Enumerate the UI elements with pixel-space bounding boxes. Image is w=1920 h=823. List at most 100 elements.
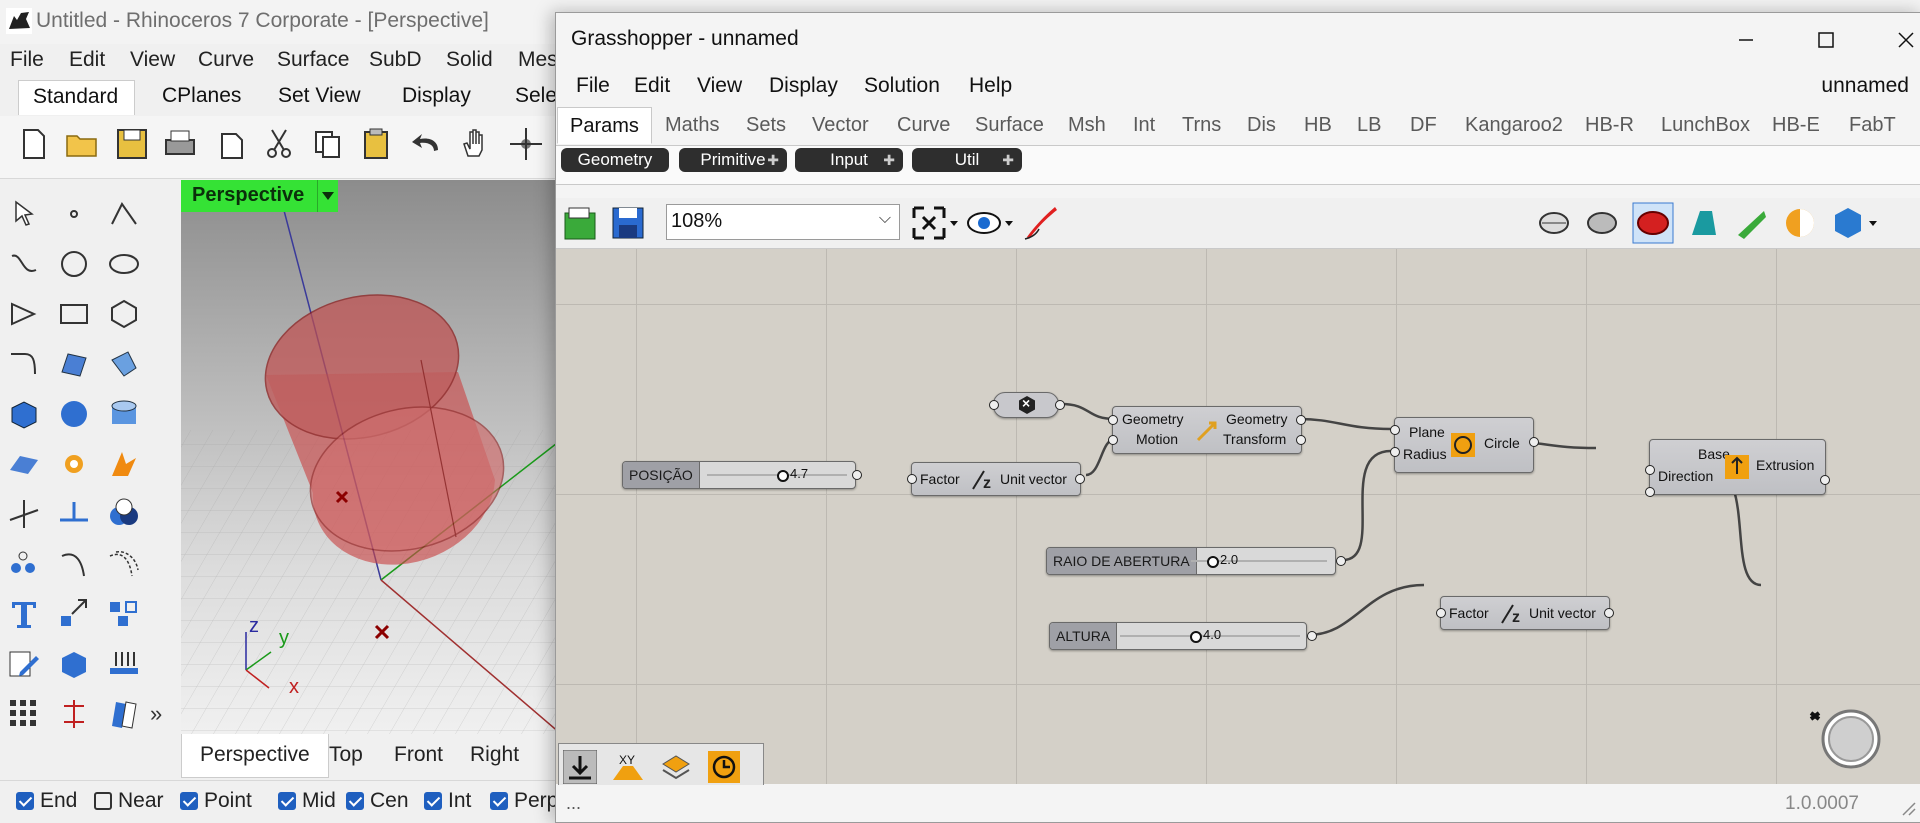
download-arrow-icon[interactable] (563, 750, 597, 784)
viewport-tab-top[interactable]: Top (329, 743, 363, 767)
gh-tab-kangaroo2[interactable]: Kangaroo2 (1465, 114, 1563, 137)
preview-selected-icon[interactable] (1632, 202, 1674, 244)
rhino-menu-subd[interactable]: SubD (369, 48, 422, 72)
gh-tab-hb-e[interactable]: HB-E (1772, 114, 1820, 137)
layers-box-icon[interactable] (659, 750, 693, 784)
maximize-button[interactable] (1786, 21, 1866, 59)
gh-tab-msh[interactable]: Msh (1068, 114, 1106, 137)
zoom-dropdown[interactable]: 108% ⌵ (666, 204, 900, 240)
viewport-tab-perspective[interactable]: Perspective (181, 734, 329, 778)
xy-plane-icon[interactable]: XY (611, 750, 645, 784)
gh-unit-z-component[interactable]: Factor z Unit vector (911, 462, 1081, 496)
close-button[interactable] (1866, 21, 1920, 59)
gh-slider-posicao[interactable]: POSIÇÃO 4.7 (622, 461, 856, 489)
rhino-tab-set-view[interactable]: Set View (278, 84, 361, 108)
trim-icon[interactable] (6, 496, 42, 532)
port-grip[interactable] (989, 400, 999, 410)
paste-icon[interactable] (358, 126, 394, 162)
gh-menu-solution[interactable]: Solution (864, 74, 940, 98)
canvas-navigation-widget-icon[interactable] (1801, 693, 1881, 773)
save-file-icon[interactable] (610, 205, 646, 241)
box-icon[interactable] (6, 396, 42, 432)
analyze-icon[interactable] (56, 646, 92, 682)
rhino-menu-edit[interactable]: Edit (69, 48, 105, 72)
gh-geometry-param[interactable]: × (993, 392, 1059, 418)
port-grip[interactable] (1390, 447, 1400, 457)
gh-tab-sets[interactable]: Sets (746, 114, 786, 137)
port-grip[interactable] (1296, 435, 1306, 445)
render-icon[interactable] (106, 646, 142, 682)
rhino-tab-cplanes[interactable]: CPlanes (162, 84, 241, 108)
gh-menu-file[interactable]: File (576, 74, 610, 98)
resize-grip-icon[interactable] (1899, 799, 1917, 817)
bake-teal-icon[interactable] (1686, 205, 1722, 241)
offset-icon[interactable] (106, 546, 142, 582)
gh-tab-vector[interactable]: Vector (812, 114, 869, 137)
preview-eye-icon[interactable] (966, 205, 1014, 241)
port-grip[interactable] (1307, 631, 1317, 641)
preview-wireframe-icon[interactable] (1536, 205, 1572, 241)
surface-icon[interactable] (56, 346, 92, 382)
gh-tab-fabt[interactable]: FabT (1849, 114, 1896, 137)
hex-sphere-icon[interactable] (1830, 205, 1878, 241)
port-grip[interactable] (1390, 425, 1400, 435)
cylinder-icon[interactable] (106, 396, 142, 432)
split-icon[interactable] (56, 496, 92, 532)
gh-tab-surface[interactable]: Surface (975, 114, 1044, 137)
osnap-point[interactable]: Point (180, 789, 252, 815)
port-grip[interactable] (1075, 474, 1085, 484)
copy-icon[interactable] (310, 126, 346, 162)
port-grip[interactable] (1336, 556, 1346, 566)
grid-icon[interactable] (6, 696, 42, 732)
osnap-near[interactable]: Near (94, 789, 164, 815)
osnap-cen[interactable]: Cen (346, 789, 409, 815)
slider-knob[interactable] (777, 470, 789, 482)
gh-tab-dis[interactable]: Dis (1247, 114, 1276, 137)
gh-subcat-util[interactable]: Util ✚ (912, 148, 1022, 172)
gh-extrusion-component[interactable]: Base Direction Extrusion (1649, 439, 1826, 495)
curve-from-object-icon[interactable] (56, 546, 92, 582)
sphere-icon[interactable] (56, 396, 92, 432)
gh-tab-params[interactable]: Params (557, 107, 652, 144)
osnap-mid[interactable]: Mid (278, 789, 336, 815)
gh-move-component[interactable]: Geometry Motion Geometry Transform (1112, 406, 1302, 454)
sketch-pen-icon[interactable] (1021, 203, 1061, 243)
gh-slider-raio-de-abertura[interactable]: RAIO DE ABERTURA 2.0 (1046, 547, 1336, 575)
slider-knob[interactable] (1207, 556, 1219, 568)
zoom-extents-icon[interactable] (911, 205, 959, 241)
polygon-icon[interactable] (106, 296, 142, 332)
ellipse-icon[interactable] (106, 246, 142, 282)
rhino-menu-curve[interactable]: Curve (198, 48, 254, 72)
rhino-tab-display[interactable]: Display (402, 84, 471, 108)
port-grip[interactable] (907, 474, 917, 484)
rhino-menu-solid[interactable]: Solid (446, 48, 493, 72)
gh-subcat-primitive[interactable]: Primitive ✚ (679, 148, 787, 172)
perspective-viewport[interactable]: z y x (181, 180, 561, 734)
gh-tab-trns[interactable]: Trns (1182, 114, 1221, 137)
undo-icon[interactable] (408, 126, 444, 162)
gh-menu-edit[interactable]: Edit (634, 74, 670, 98)
rhino-menu-mesh[interactable]: Mes (518, 48, 558, 72)
rhino-tab-standard[interactable]: Standard (18, 80, 136, 115)
points-on-icon[interactable] (6, 546, 42, 582)
port-grip[interactable] (1820, 475, 1830, 485)
clock-circle-icon[interactable] (707, 750, 741, 784)
loft-icon[interactable] (106, 346, 142, 382)
print-icon[interactable] (162, 126, 198, 162)
rectangle-icon[interactable] (56, 296, 92, 332)
open-folder-icon[interactable] (64, 126, 100, 162)
material-sphere-icon[interactable] (1782, 205, 1818, 241)
port-grip[interactable] (1645, 487, 1655, 497)
dimension-icon[interactable] (56, 696, 92, 732)
gh-tab-lunchbox[interactable]: LunchBox (1661, 114, 1750, 137)
rhino-menu-surface[interactable]: Surface (277, 48, 349, 72)
gh-menu-view[interactable]: View (697, 74, 742, 98)
osnap-end[interactable]: End (16, 789, 77, 815)
gh-tab-int[interactable]: Int (1133, 114, 1155, 137)
mesh-icon[interactable] (6, 446, 42, 482)
port-grip[interactable] (1108, 415, 1118, 425)
save-icon[interactable] (114, 126, 150, 162)
rhino-tab-select[interactable]: Sele (515, 84, 557, 108)
port-grip[interactable] (1645, 465, 1655, 475)
layout-icon[interactable] (106, 696, 142, 732)
